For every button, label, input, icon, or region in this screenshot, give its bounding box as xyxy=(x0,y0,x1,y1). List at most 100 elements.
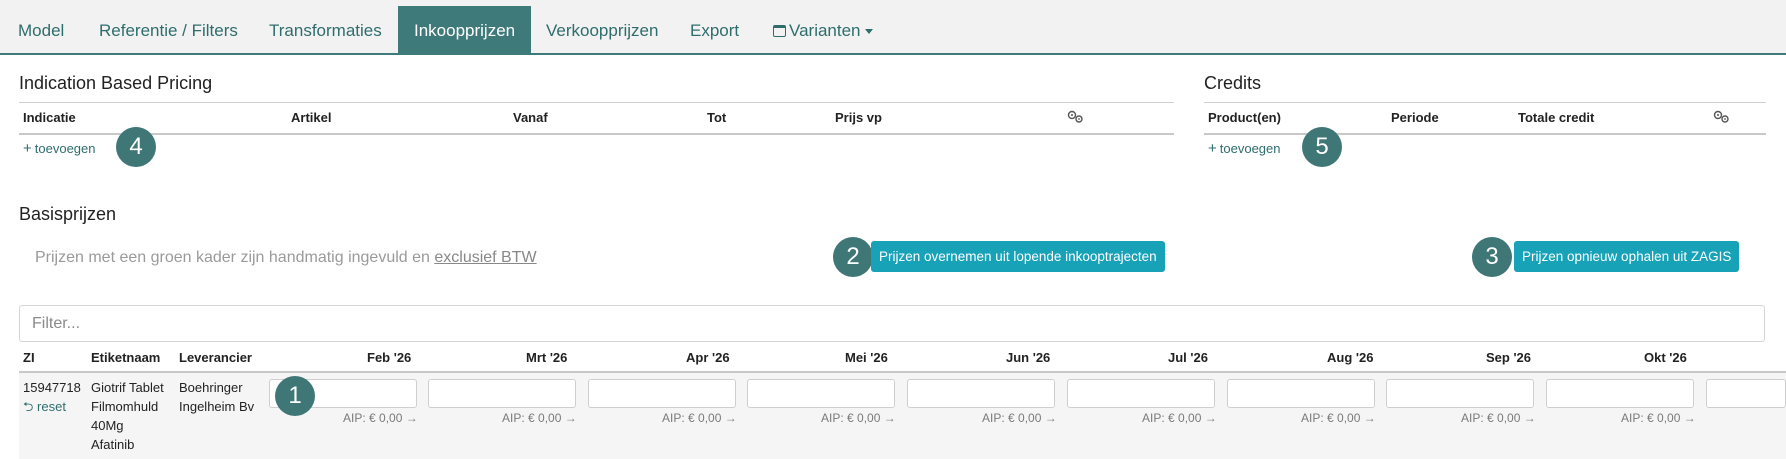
leverancier-line: Boehringer xyxy=(179,380,243,395)
tab-bar: Model Referentie / Filters Transformatie… xyxy=(0,0,1786,55)
col-month: Jul '26 xyxy=(1168,350,1208,365)
tab-label: Transformaties xyxy=(269,21,382,40)
credits-title: Credits xyxy=(1204,73,1262,93)
leverancier-line: Ingelheim Bv xyxy=(179,399,255,414)
col-month: Feb '26 xyxy=(367,350,412,365)
ibp-title: Indication Based Pricing xyxy=(19,73,213,93)
overnemen-button[interactable]: Prijzen overnemen uit lopende inkooptraj… xyxy=(871,241,1165,272)
ibp-col-vanaf: Vanaf xyxy=(513,110,548,125)
aip-link[interactable]: AIP: € 0,00 → xyxy=(662,411,737,425)
btw-link[interactable]: exclusief BTW xyxy=(434,249,536,266)
aip-link[interactable]: AIP: € 0,00 → xyxy=(502,411,577,425)
col-month: Mrt '26 xyxy=(526,350,568,365)
aip-link[interactable]: AIP: € 0,00 → xyxy=(1142,411,1217,425)
col-month: Sep '26 xyxy=(1486,350,1532,365)
ibp-col-tot: Tot xyxy=(707,110,727,125)
step-badge-5: 5 xyxy=(1302,127,1342,167)
price-input[interactable] xyxy=(907,379,1055,408)
price-input[interactable] xyxy=(588,379,736,408)
aip-label: AIP: € 0,00 xyxy=(1461,411,1521,425)
aip-label: AIP: € 0,00 xyxy=(821,411,881,425)
aip-label: AIP: € 0,00 xyxy=(502,411,562,425)
col-leverancier: Leverancier xyxy=(179,350,252,365)
gears-icon[interactable] xyxy=(1713,110,1731,124)
arrow-right-icon: → xyxy=(564,411,577,425)
col-month: Apr '26 xyxy=(686,350,730,365)
divider xyxy=(1204,102,1766,103)
credits-add-link[interactable]: + toevoegen xyxy=(1208,140,1281,157)
credits-col-totale-credit: Totale credit xyxy=(1518,110,1595,125)
price-input[interactable] xyxy=(1546,379,1694,408)
arrow-right-icon: → xyxy=(1204,411,1217,425)
price-input[interactable] xyxy=(1227,379,1375,408)
price-input[interactable] xyxy=(747,379,895,408)
arrow-right-icon: → xyxy=(1683,411,1696,425)
reset-label: reset xyxy=(37,399,66,414)
plus-icon: + xyxy=(1208,140,1217,157)
credits-col-periode: Periode xyxy=(1391,110,1439,125)
etiket-line: Filmomhuld xyxy=(91,399,159,414)
aip-link[interactable]: AIP: € 0,00 → xyxy=(982,411,1057,425)
step-badge-1: 1 xyxy=(275,376,315,416)
divider xyxy=(19,102,1174,103)
filter-input[interactable] xyxy=(19,305,1765,342)
reset-link[interactable]: ⮌ reset xyxy=(23,398,66,420)
etiket-line: 40Mg xyxy=(91,418,124,433)
aip-link[interactable]: AIP: € 0,00 → xyxy=(343,411,418,425)
aip-label: AIP: € 0,00 xyxy=(1301,411,1361,425)
chevron-down-icon xyxy=(864,29,873,35)
plus-icon: + xyxy=(23,140,32,157)
zi-value: 15947718 xyxy=(23,380,81,395)
tab-inkoopprijzen[interactable]: Inkoopprijzen xyxy=(398,6,532,55)
ibp-col-artikel: Artikel xyxy=(291,110,332,125)
tab-varianten[interactable]: Varianten xyxy=(773,6,873,55)
tab-label: Model xyxy=(18,21,65,40)
tab-transformaties[interactable]: Transformaties xyxy=(269,6,382,55)
aip-label: AIP: € 0,00 xyxy=(1142,411,1202,425)
arrow-right-icon: → xyxy=(883,411,896,425)
col-month: Jun '26 xyxy=(1006,350,1051,365)
aip-link[interactable]: AIP: € 0,00 → xyxy=(1461,411,1536,425)
aip-label: AIP: € 0,00 xyxy=(662,411,722,425)
arrow-right-icon: → xyxy=(405,411,418,425)
tab-export[interactable]: Export xyxy=(690,6,739,55)
aip-link[interactable]: AIP: € 0,00 → xyxy=(1621,411,1696,425)
aip-link[interactable]: AIP: € 0,00 → xyxy=(821,411,896,425)
aip-link[interactable]: AIP: € 0,00 → xyxy=(1301,411,1376,425)
step-badge-3: 3 xyxy=(1472,237,1512,277)
leverancier-value: Boehringer Ingelheim Bv xyxy=(179,378,254,416)
col-month: Mei '26 xyxy=(845,350,888,365)
ibp-add-link[interactable]: + toevoegen xyxy=(23,140,96,157)
price-input[interactable] xyxy=(1706,379,1786,408)
step-badge-2: 2 xyxy=(833,237,873,277)
divider xyxy=(1204,133,1766,135)
add-label: toevoegen xyxy=(1219,141,1281,156)
zagis-button[interactable]: Prijzen opnieuw ophalen uit ZAGIS xyxy=(1514,241,1740,272)
tab-referentie-filters[interactable]: Referentie / Filters xyxy=(99,6,238,55)
tab-model[interactable]: Model xyxy=(18,6,64,55)
arrow-right-icon: → xyxy=(1044,411,1057,425)
tab-verkoopprijzen[interactable]: Verkoopprijzen xyxy=(546,6,658,55)
gears-icon[interactable] xyxy=(1067,110,1085,124)
tab-label: Inkoopprijzen xyxy=(414,21,516,40)
etiket-line: Afatinib xyxy=(91,437,135,452)
col-month: Okt '26 xyxy=(1644,350,1687,365)
basis-title: Basisprijzen xyxy=(19,204,117,224)
tab-label: Varianten xyxy=(789,21,861,40)
refresh-icon: ⮌ xyxy=(23,399,34,414)
col-month: Aug '26 xyxy=(1327,350,1374,365)
price-input[interactable] xyxy=(428,379,576,408)
aip-label: AIP: € 0,00 xyxy=(1621,411,1681,425)
arrow-right-icon: → xyxy=(1363,411,1376,425)
credits-col-producten: Product(en) xyxy=(1208,110,1281,125)
add-label: toevoegen xyxy=(34,141,96,156)
etiketnaam-value: Giotrif Tablet Filmomhuld 40Mg Afatinib xyxy=(91,378,164,454)
note-text: Prijzen met een groen kader zijn handmat… xyxy=(35,249,435,266)
basis-note: Prijzen met een groen kader zijn handmat… xyxy=(35,249,537,267)
tab-label: Referentie / Filters xyxy=(99,21,238,40)
ibp-col-prijs-vp: Prijs vp xyxy=(835,110,882,125)
arrow-right-icon: → xyxy=(724,411,737,425)
price-input[interactable] xyxy=(1386,379,1534,408)
price-input[interactable] xyxy=(1067,379,1215,408)
aip-label: AIP: € 0,00 xyxy=(982,411,1042,425)
